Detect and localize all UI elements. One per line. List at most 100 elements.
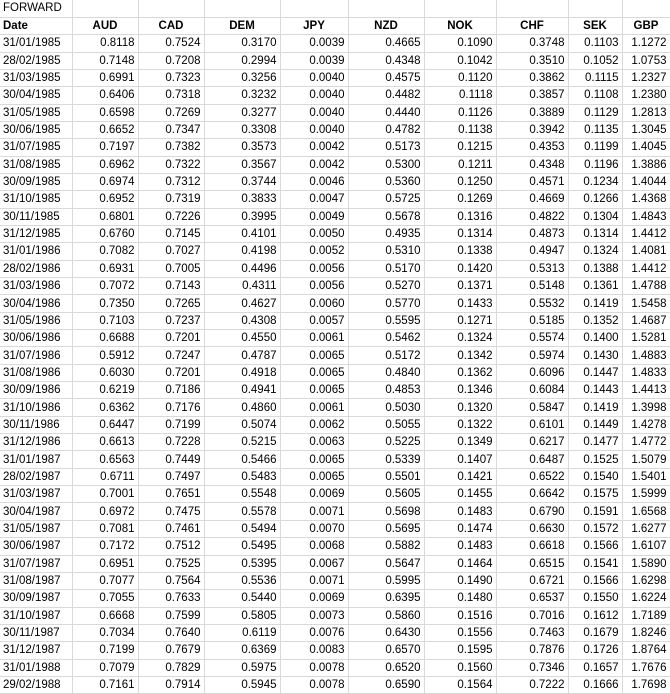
rate-cell-dem[interactable]: 0.5975 <box>204 659 281 677</box>
rate-cell-nzd[interactable]: 0.5995 <box>348 572 425 591</box>
rate-cell-dem[interactable]: 0.4787 <box>204 346 281 365</box>
rate-cell-nzd[interactable]: 0.5501 <box>348 468 425 487</box>
date-cell[interactable]: 30/09/1986 <box>0 381 73 400</box>
rate-cell-sek[interactable]: 0.1304 <box>568 208 623 226</box>
rate-cell-chf[interactable]: 0.5847 <box>496 398 569 417</box>
rate-cell-aud[interactable]: 0.5912 <box>72 346 139 365</box>
rate-cell-aud[interactable]: 0.6972 <box>72 502 139 521</box>
date-cell[interactable]: 31/05/1987 <box>0 520 73 539</box>
rate-cell-gbp[interactable]: 1.3998 <box>622 398 670 417</box>
date-cell[interactable]: 31/01/1987 <box>0 450 73 469</box>
date-cell[interactable]: 31/03/1985 <box>0 69 73 88</box>
date-cell[interactable]: 31/01/1985 <box>0 34 73 53</box>
rate-cell-gbp[interactable]: 1.6224 <box>622 589 670 608</box>
rate-cell-aud[interactable]: 0.7197 <box>72 138 139 157</box>
rate-cell-nok[interactable]: 0.1421 <box>424 468 497 487</box>
rate-cell-nzd[interactable]: 0.5055 <box>348 416 425 435</box>
rate-cell-chf[interactable]: 0.6790 <box>496 502 569 521</box>
rate-cell-gbp[interactable]: 1.4045 <box>622 138 670 157</box>
rate-cell-sek[interactable]: 0.1419 <box>568 294 623 313</box>
rate-cell-cad[interactable]: 0.7347 <box>138 121 205 140</box>
rate-cell-gbp[interactable]: 1.2327 <box>622 69 670 88</box>
rate-cell-aud[interactable]: 0.6711 <box>72 468 139 487</box>
header-cell-aud[interactable]: AUD <box>72 17 139 36</box>
rate-cell-dem[interactable]: 0.3833 <box>204 190 281 209</box>
rate-cell-aud[interactable]: 0.8118 <box>72 34 139 53</box>
rate-cell-sek[interactable]: 0.1196 <box>568 156 623 174</box>
rate-cell-jpy[interactable]: 0.0049 <box>280 208 349 226</box>
rate-cell-jpy[interactable]: 0.0061 <box>280 398 349 417</box>
rate-cell-jpy[interactable]: 0.0040 <box>280 69 349 88</box>
rate-cell-jpy[interactable]: 0.0083 <box>280 641 349 660</box>
rate-cell-aud[interactable]: 0.6931 <box>72 260 139 279</box>
rate-cell-aud[interactable]: 0.7055 <box>72 589 139 608</box>
date-cell[interactable]: 31/05/1986 <box>0 312 73 331</box>
empty-cell[interactable] <box>204 0 281 18</box>
rate-cell-nzd[interactable]: 0.4482 <box>348 86 425 105</box>
rate-cell-sek[interactable]: 0.1419 <box>568 398 623 417</box>
rate-cell-cad[interactable]: 0.7651 <box>138 485 205 504</box>
rate-cell-sek[interactable]: 0.1666 <box>568 676 623 694</box>
rate-cell-sek[interactable]: 0.1103 <box>568 34 623 53</box>
rate-cell-jpy[interactable]: 0.0076 <box>280 624 349 643</box>
rate-cell-dem[interactable]: 0.4941 <box>204 381 281 400</box>
rate-cell-jpy[interactable]: 0.0052 <box>280 242 349 261</box>
rate-cell-nzd[interactable]: 0.5300 <box>348 156 425 174</box>
rate-cell-nok[interactable]: 0.1564 <box>424 676 497 694</box>
rate-cell-cad[interactable]: 0.7914 <box>138 676 205 694</box>
rate-cell-nzd[interactable]: 0.6570 <box>348 641 425 660</box>
rate-cell-chf[interactable]: 0.7016 <box>496 607 569 625</box>
rate-cell-gbp[interactable]: 1.4081 <box>622 242 670 261</box>
rate-cell-sek[interactable]: 0.1566 <box>568 572 623 591</box>
rate-cell-aud[interactable]: 0.7081 <box>72 520 139 539</box>
rate-cell-nzd[interactable]: 0.5360 <box>348 173 425 192</box>
rate-cell-nok[interactable]: 0.1271 <box>424 312 497 331</box>
date-cell[interactable]: 31/10/1987 <box>0 607 73 625</box>
rate-cell-gbp[interactable]: 1.6277 <box>622 520 670 539</box>
empty-cell[interactable] <box>568 0 623 18</box>
rate-cell-nok[interactable]: 0.1455 <box>424 485 497 504</box>
rate-cell-jpy[interactable]: 0.0050 <box>280 225 349 244</box>
date-cell[interactable]: 30/11/1985 <box>0 208 73 226</box>
rate-cell-cad[interactable]: 0.7679 <box>138 641 205 660</box>
rate-cell-sek[interactable]: 0.1108 <box>568 86 623 105</box>
rate-cell-nzd[interactable]: 0.4665 <box>348 34 425 53</box>
empty-cell[interactable] <box>496 0 569 18</box>
rate-cell-nok[interactable]: 0.1342 <box>424 346 497 365</box>
rate-cell-jpy[interactable]: 0.0069 <box>280 589 349 608</box>
rate-cell-sek[interactable]: 0.1612 <box>568 607 623 625</box>
rate-cell-aud[interactable]: 0.6406 <box>72 86 139 105</box>
rate-cell-jpy[interactable]: 0.0039 <box>280 34 349 53</box>
rate-cell-nzd[interactable]: 0.5030 <box>348 398 425 417</box>
rate-cell-cad[interactable]: 0.7176 <box>138 398 205 417</box>
rate-cell-gbp[interactable]: 1.4833 <box>622 364 670 383</box>
rate-cell-nzd[interactable]: 0.4348 <box>348 52 425 70</box>
rate-cell-sek[interactable]: 0.1352 <box>568 312 623 331</box>
date-cell[interactable]: 30/04/1987 <box>0 502 73 521</box>
rate-cell-chf[interactable]: 0.6630 <box>496 520 569 539</box>
rate-cell-sek[interactable]: 0.1324 <box>568 242 623 261</box>
empty-cell[interactable] <box>280 0 349 18</box>
rate-cell-dem[interactable]: 0.3308 <box>204 121 281 140</box>
rate-cell-sek[interactable]: 0.1679 <box>568 624 623 643</box>
rate-cell-cad[interactable]: 0.7524 <box>138 34 205 53</box>
rate-cell-nok[interactable]: 0.1556 <box>424 624 497 643</box>
rate-cell-gbp[interactable]: 1.8246 <box>622 624 670 643</box>
rate-cell-jpy[interactable]: 0.0065 <box>280 468 349 487</box>
rate-cell-cad[interactable]: 0.7145 <box>138 225 205 244</box>
rate-cell-nok[interactable]: 0.1516 <box>424 607 497 625</box>
rate-cell-nok[interactable]: 0.1316 <box>424 208 497 226</box>
rate-cell-sek[interactable]: 0.1135 <box>568 121 623 140</box>
rate-cell-nzd[interactable]: 0.6590 <box>348 676 425 694</box>
rate-cell-chf[interactable]: 0.4348 <box>496 156 569 174</box>
rate-cell-gbp[interactable]: 1.7676 <box>622 659 670 677</box>
rate-cell-sek[interactable]: 0.1266 <box>568 190 623 209</box>
date-cell[interactable]: 31/07/1987 <box>0 555 73 573</box>
rate-cell-aud[interactable]: 0.7350 <box>72 294 139 313</box>
rate-cell-nok[interactable]: 0.1371 <box>424 277 497 296</box>
rate-cell-jpy[interactable]: 0.0046 <box>280 173 349 192</box>
rate-cell-cad[interactable]: 0.7475 <box>138 502 205 521</box>
rate-cell-chf[interactable]: 0.6537 <box>496 589 569 608</box>
rate-cell-gbp[interactable]: 1.4883 <box>622 346 670 365</box>
rate-cell-gbp[interactable]: 1.5999 <box>622 485 670 504</box>
